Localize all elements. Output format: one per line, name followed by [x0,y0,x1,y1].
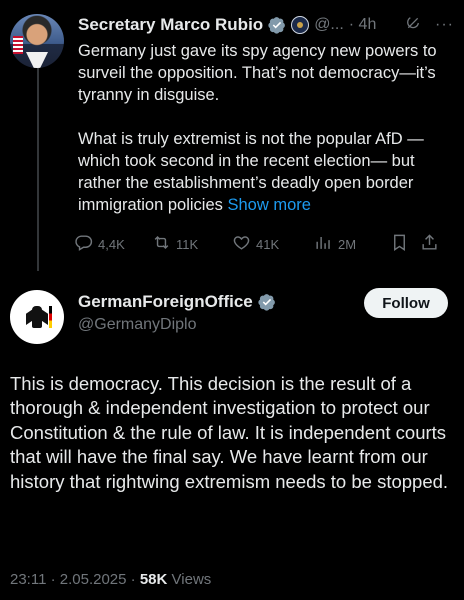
reply-icon [74,233,93,255]
tweet1-handle[interactable]: @... [314,16,344,34]
tweet1-author-name[interactable]: Secretary Marco Rubio [78,15,263,35]
like-count: 41K [256,236,280,252]
share-icon [420,233,439,255]
federal-eagle-icon [26,304,48,330]
bookmark-button[interactable] [390,233,420,255]
tweet2-handle[interactable]: @GermanyDiplo [78,316,197,334]
tweet2-metadata: 23:11 · 2.05.2025 · 58K Views [10,571,211,588]
verified-badge-icon [268,16,286,34]
like-icon [232,233,251,255]
tweet1-action-bar: 4,4K 11K 41K 2M [74,233,454,255]
tweet2-body: This is democracy. This decision is the … [10,373,449,492]
reply-button[interactable]: 4,4K [74,233,152,255]
views-count: 2M [338,236,357,252]
rubio-avatar[interactable] [10,14,64,68]
tweet2-author-name[interactable]: GermanForeignOffice [78,292,253,312]
grok-icon[interactable] [405,15,421,36]
tweet1-body: Germany just gave its spy agency new pow… [78,40,456,216]
tweet1-time[interactable]: · 4h [349,16,377,34]
thread-connector-line [37,66,39,271]
tweet1-header: Secretary Marco Rubio @... · 4h ··· [78,14,454,36]
repost-icon [152,233,171,255]
tweet2-author-row: GermanForeignOffice [78,292,276,312]
like-button[interactable]: 41K [232,233,314,255]
more-icon[interactable]: ··· [435,16,454,34]
german-foreign-office-avatar[interactable] [10,290,64,344]
tweet1-paragraph-1: Germany just gave its spy agency new pow… [78,42,437,104]
views-button[interactable]: 2M [314,233,390,255]
bookmark-icon [390,233,409,255]
government-seal-icon [291,16,310,34]
tweet1-paragraph-2: What is truly extremist is not the popul… [78,128,456,216]
views-icon [314,233,333,255]
reply-count: 4,4K [98,236,125,252]
share-button[interactable] [420,233,440,255]
tweet2-timestamp[interactable]: 23:11 · 2.05.2025 · [10,571,140,588]
flag-detail [13,36,23,54]
german-flag-stripe [49,306,52,328]
tweet2-views-count: 58K [139,571,168,588]
repost-count: 11K [176,236,199,252]
verified-badge-icon [258,293,276,311]
follow-button[interactable]: Follow [364,288,448,318]
tweet2-views-label: Views [171,571,212,588]
repost-button[interactable]: 11K [152,233,232,255]
show-more-link[interactable]: Show more [227,196,310,214]
